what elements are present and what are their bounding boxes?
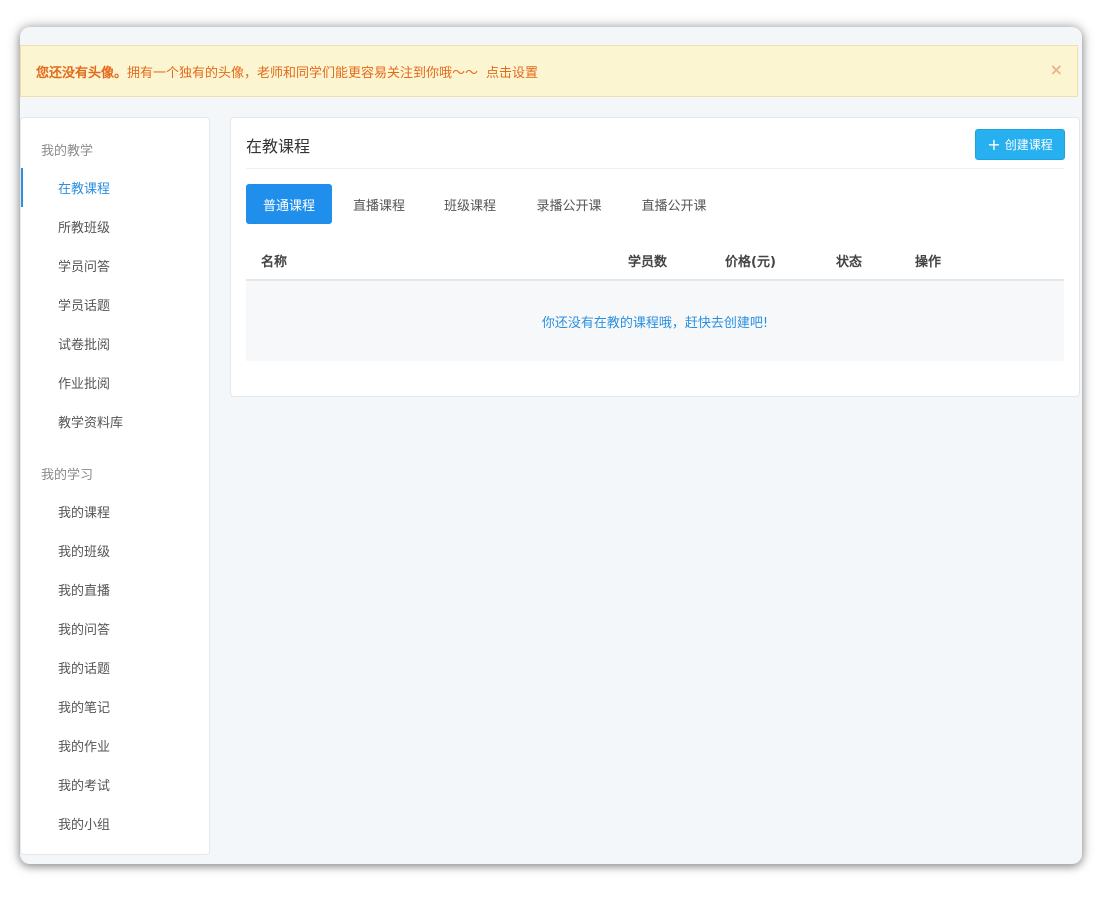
column-header-actions: 操作 bbox=[915, 255, 942, 270]
plus-icon: + bbox=[987, 134, 1001, 154]
avatar-alert: 您还没有头像。 拥有一个独有的头像，老师和同学们能更容易关注到你哦～～ 点击设置… bbox=[20, 45, 1078, 97]
sidebar-item-exam-review[interactable]: 试卷批阅 bbox=[21, 324, 209, 363]
alert-message: 拥有一个独有的头像，老师和同学们能更容易关注到你哦～～ bbox=[127, 65, 479, 81]
app-window: 您还没有头像。 拥有一个独有的头像，老师和同学们能更容易关注到你哦～～ 点击设置… bbox=[20, 27, 1082, 864]
column-header-status: 状态 bbox=[836, 255, 863, 270]
sidebar-item-teaching-courses[interactable]: 在教课程 bbox=[21, 168, 209, 207]
tab-live-open-courses[interactable]: 直播公开课 bbox=[626, 184, 722, 224]
tab-class-courses[interactable]: 班级课程 bbox=[430, 184, 510, 224]
tab-live-courses[interactable]: 直播课程 bbox=[339, 184, 419, 224]
sidebar-item-my-homework[interactable]: 我的作业 bbox=[21, 726, 209, 765]
sidebar-item-my-courses[interactable]: 我的课程 bbox=[21, 492, 209, 531]
column-header-price: 价格(元) bbox=[725, 255, 776, 270]
page-title: 在教课程 bbox=[246, 137, 311, 156]
sidebar-item-homework-review[interactable]: 作业批阅 bbox=[21, 363, 209, 402]
sidebar-item-my-notes[interactable]: 我的笔记 bbox=[21, 687, 209, 726]
column-header-name: 名称 bbox=[261, 255, 288, 270]
alert-strong-text: 您还没有头像。 bbox=[36, 65, 128, 81]
sidebar-item-my-live[interactable]: 我的直播 bbox=[21, 570, 209, 609]
sidebar-item-my-groups[interactable]: 我的小组 bbox=[21, 804, 209, 843]
close-icon[interactable]: × bbox=[1050, 60, 1063, 79]
create-course-button[interactable]: + 创建课程 bbox=[975, 129, 1065, 160]
column-header-students: 学员数 bbox=[628, 255, 668, 270]
sidebar-item-my-exams[interactable]: 我的考试 bbox=[21, 765, 209, 804]
tab-regular-courses[interactable]: 普通课程 bbox=[246, 184, 332, 224]
sidebar: 我的教学 在教课程 所教班级 学员问答 学员话题 试卷批阅 作业批阅 教学资料库… bbox=[20, 117, 210, 855]
sidebar-item-my-classes[interactable]: 我的班级 bbox=[21, 531, 209, 570]
teaching-courses-panel: 在教课程 + 创建课程 普通课程 直播课程 班级课程 录播公开课 直播公开课 名… bbox=[230, 117, 1080, 397]
sidebar-item-my-questions[interactable]: 我的问答 bbox=[21, 609, 209, 648]
sidebar-group-learning: 我的学习 bbox=[41, 468, 94, 483]
sidebar-group-teaching: 我的教学 bbox=[41, 144, 94, 159]
set-avatar-link[interactable]: 点击设置 bbox=[486, 62, 538, 81]
table-header: 名称 学员数 价格(元) 状态 操作 bbox=[246, 239, 1064, 281]
sidebar-item-student-questions[interactable]: 学员问答 bbox=[21, 246, 209, 285]
create-course-label: 创建课程 bbox=[1004, 138, 1053, 152]
sidebar-item-student-topics[interactable]: 学员话题 bbox=[21, 285, 209, 324]
sidebar-item-materials[interactable]: 教学资料库 bbox=[21, 402, 209, 441]
sidebar-item-my-topics[interactable]: 我的话题 bbox=[21, 648, 209, 687]
title-divider bbox=[246, 168, 1064, 169]
empty-state-row: 你还没有在教的课程哦，赶快去创建吧! bbox=[246, 281, 1064, 361]
tab-recorded-open-courses[interactable]: 录播公开课 bbox=[521, 184, 617, 224]
empty-state-message: 你还没有在教的课程哦，赶快去创建吧! bbox=[541, 315, 769, 331]
sidebar-item-teaching-classes[interactable]: 所教班级 bbox=[21, 207, 209, 246]
